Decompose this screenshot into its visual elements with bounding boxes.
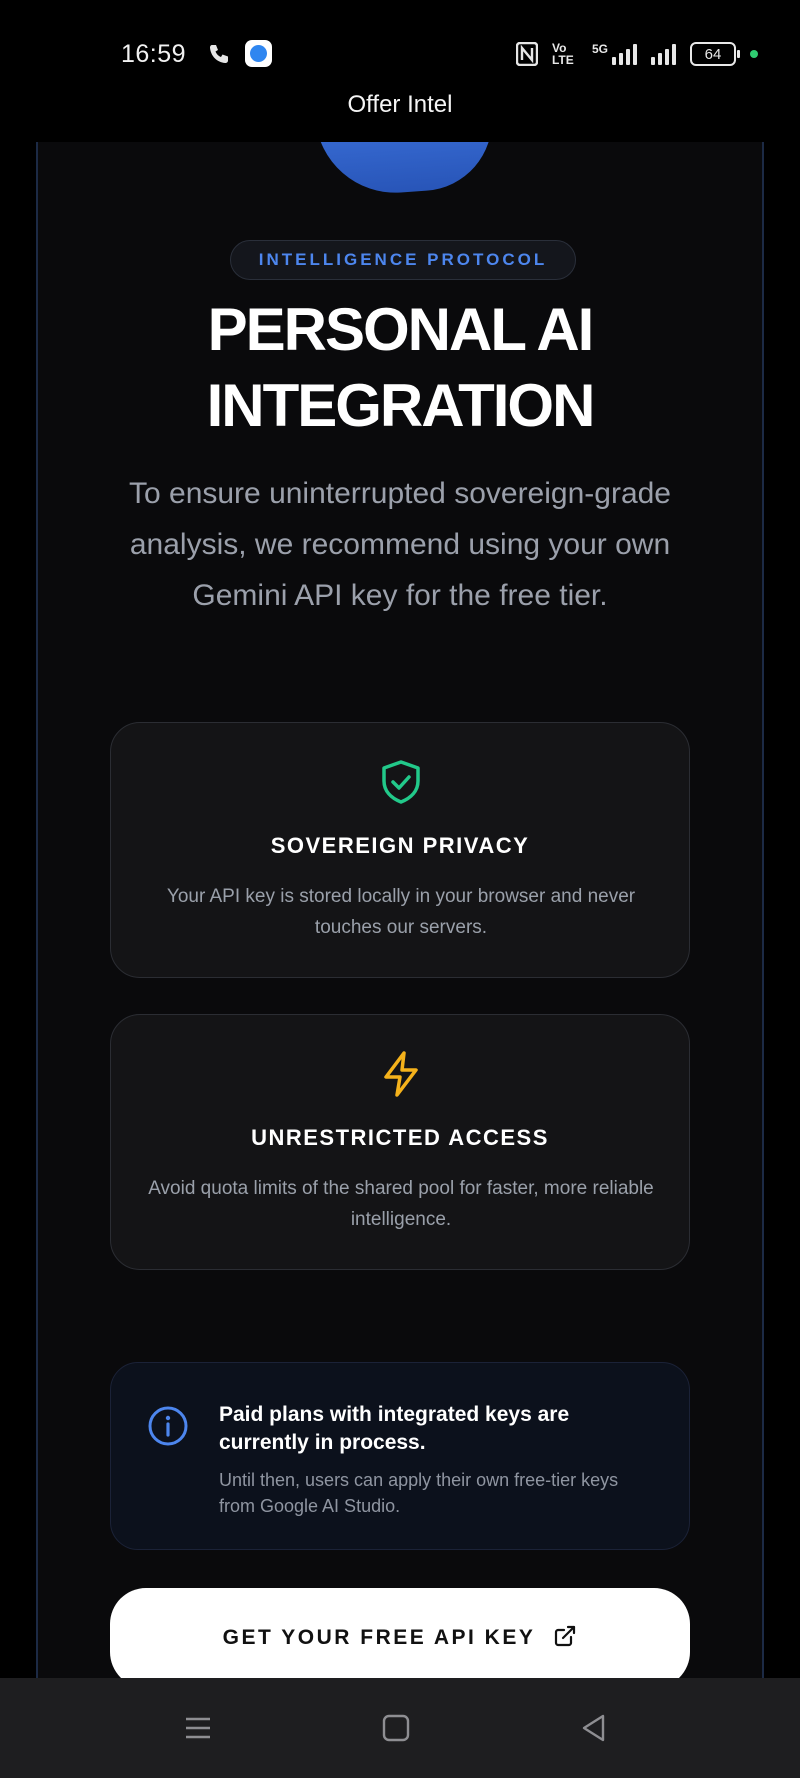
get-api-key-label: GET YOUR FREE API KEY <box>222 1626 536 1649</box>
info-notice: Paid plans with integrated keys are curr… <box>110 1362 690 1550</box>
external-link-icon <box>555 1625 576 1647</box>
shield-check-icon <box>382 760 420 804</box>
back-triangle-icon[interactable] <box>576 1710 612 1746</box>
api-key-panel: INTELLIGENCE PROTOCOL PERSONAL AI INTEGR… <box>36 142 764 1678</box>
system-navigation-bar <box>0 1678 800 1778</box>
feature-card-access: UNRESTRICTED ACCESS Avoid quota limits o… <box>110 1014 690 1270</box>
status-time: 16:59 <box>121 40 187 68</box>
privacy-indicator-dot <box>750 50 758 58</box>
phone-call-icon <box>210 45 228 63</box>
info-title: Paid plans with integrated keys are curr… <box>219 1403 570 1454</box>
app-header: Offer Intel <box>0 88 800 142</box>
battery-level: 64 <box>704 45 722 63</box>
decorative-blob <box>315 142 497 199</box>
page-title: PERSONAL AI INTEGRATION <box>38 292 762 444</box>
volte-indicator: Vo LTE <box>551 41 574 67</box>
status-bar: 16:59 Vo LTE 5G 64 <box>0 0 800 88</box>
status-indicators: Vo LTE 5G 64 <box>515 40 758 68</box>
lightning-bolt-icon <box>384 1051 418 1097</box>
nfc-icon <box>515 42 538 66</box>
recent-apps-menu-icon[interactable] <box>180 1710 216 1746</box>
info-text: Until then, users can apply their own fr… <box>219 1470 619 1516</box>
signal-bars-icon <box>612 43 637 65</box>
battery-icon: 64 <box>690 42 740 66</box>
signal-5g: 5G <box>592 43 637 65</box>
page-title-line-2: INTEGRATION <box>206 372 596 439</box>
page-description: To ensure uninterrupted sovereign-grade … <box>128 477 671 612</box>
notification-app-icon <box>245 40 272 67</box>
signal-bars-icon-2 <box>651 43 676 65</box>
feature-card-privacy: SOVEREIGN PRIVACY Your API key is stored… <box>110 722 690 978</box>
home-square-icon[interactable] <box>378 1710 414 1746</box>
protocol-badge: INTELLIGENCE PROTOCOL <box>230 240 576 280</box>
network-type: 5G <box>591 42 608 56</box>
app-title: Offer Intel <box>347 91 453 118</box>
get-api-key-button[interactable]: GET YOUR FREE API KEY <box>110 1588 690 1678</box>
feature-title: UNRESTRICTED ACCESS <box>251 1125 549 1150</box>
page-title-line-1: PERSONAL AI <box>207 296 595 363</box>
feature-text: Avoid quota limits of the shared pool fo… <box>148 1178 654 1230</box>
feature-title: SOVEREIGN PRIVACY <box>270 833 530 858</box>
info-circle-icon <box>148 1406 188 1446</box>
feature-text: Your API key is stored locally in your b… <box>166 886 636 938</box>
